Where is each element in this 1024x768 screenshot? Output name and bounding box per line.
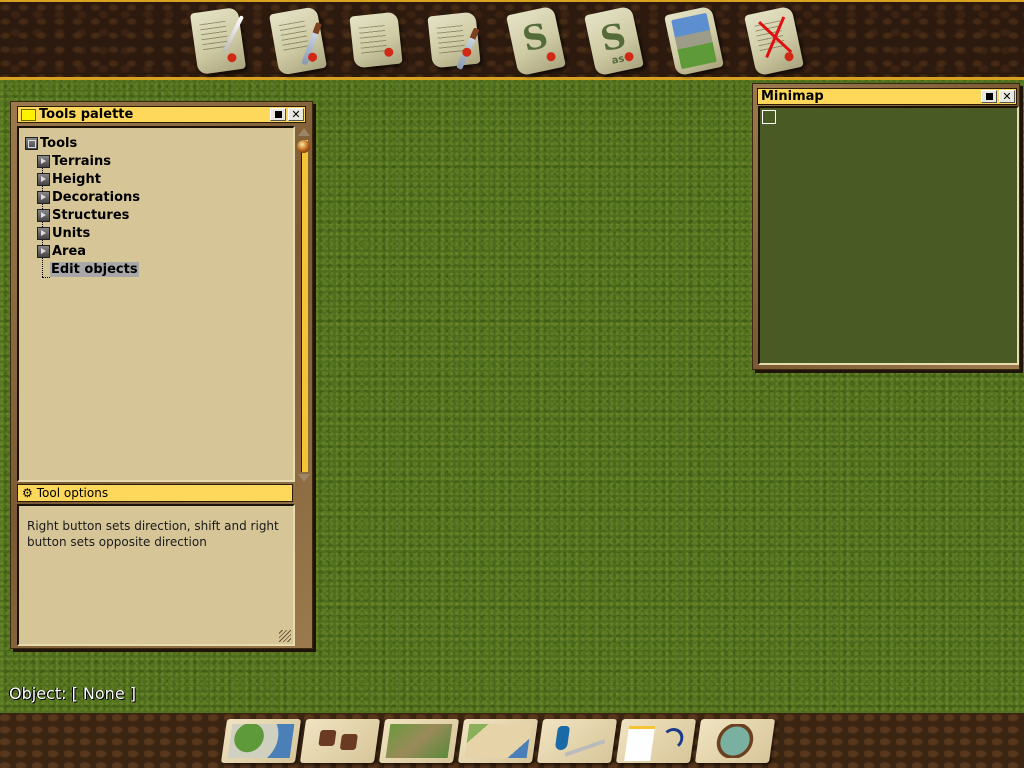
minimize-button[interactable]: [270, 108, 286, 121]
tree-item-label: Terrains: [52, 153, 112, 169]
scroll-text-lines: [436, 25, 466, 56]
wax-seal-icon: [307, 52, 318, 63]
save-button[interactable]: S: [506, 5, 566, 77]
tool-options-text: Right button sets direction, shift and r…: [27, 519, 279, 549]
close-icon: ✕: [291, 108, 301, 121]
tree-root-tools[interactable]: Tools: [25, 134, 140, 152]
minimize-button[interactable]: [981, 90, 997, 103]
tools-tree-panel: Tools Terrains Height Decorations Struct…: [17, 126, 295, 482]
wax-seal-icon: [783, 51, 795, 63]
random-button[interactable]: [299, 719, 381, 763]
tool-options-title: Tool options: [36, 486, 109, 500]
stonehenge-picture-icon: [671, 12, 717, 70]
object-status-label: Object: [ None ]: [9, 684, 136, 703]
tools-palette-titlebar[interactable]: Tools palette ✕: [17, 106, 306, 123]
collapse-icon[interactable]: [25, 136, 38, 150]
map-properties-button[interactable]: [457, 719, 539, 763]
scroll-up-arrow-icon[interactable]: [298, 128, 310, 136]
map-preview-button[interactable]: [664, 5, 724, 77]
square-icon: [274, 111, 282, 118]
tree-root-label: Tools: [40, 135, 78, 151]
tree-item-units[interactable]: Units: [25, 224, 140, 242]
scroll-down-arrow-icon[interactable]: [298, 474, 310, 482]
tree-item-height[interactable]: Height: [25, 170, 140, 188]
tree-item-edit-objects[interactable]: Edit objects: [25, 260, 140, 278]
tools-palette-window: Tools palette ✕ Tools Terrains Height De…: [10, 101, 313, 649]
bottom-toolbar: [0, 713, 1024, 768]
new-scenario-button[interactable]: [268, 6, 328, 76]
tree-item-label: Structures: [52, 207, 130, 223]
tools-tree: Tools Terrains Height Decorations Struct…: [25, 134, 140, 278]
dice-icon: [307, 724, 374, 758]
ink-quill-icon: [544, 724, 611, 758]
gear-icon: ⚙: [22, 486, 33, 500]
tree-item-decorations[interactable]: Decorations: [25, 188, 140, 206]
tree-item-label: Area: [52, 243, 87, 259]
tree-item-label: Units: [52, 225, 91, 241]
new-map-button[interactable]: [189, 6, 247, 76]
expand-icon[interactable]: [37, 226, 50, 240]
dialogs-button[interactable]: [615, 719, 697, 763]
scroll-thumb[interactable]: [297, 140, 310, 153]
scroll-track[interactable]: [301, 140, 308, 472]
resize-grip-icon[interactable]: [279, 630, 291, 642]
top-toolbar: S S as: [0, 0, 1024, 80]
load-map-button[interactable]: [349, 11, 403, 69]
tool-options-panel: Right button sets direction, shift and r…: [17, 504, 295, 646]
expand-icon[interactable]: [37, 208, 50, 222]
save-as-button[interactable]: S as: [584, 5, 644, 77]
window-title: Minimap: [761, 89, 824, 104]
expand-icon[interactable]: [37, 190, 50, 204]
terrain-brush-icon: [385, 724, 453, 758]
expand-icon[interactable]: [37, 244, 50, 258]
close-button[interactable]: ✕: [288, 108, 304, 121]
tools-scrollbar[interactable]: [297, 128, 311, 482]
expand-icon[interactable]: [37, 154, 50, 168]
scripting-button[interactable]: [536, 719, 618, 763]
dialog-swap-icon: [623, 724, 690, 758]
load-scenario-button[interactable]: [427, 11, 481, 70]
wax-seal-icon: [461, 47, 472, 58]
folder-icon: [21, 108, 36, 121]
scroll-text-lines: [278, 20, 310, 53]
map-icon: [227, 724, 295, 758]
map-scroll-icon: [464, 724, 532, 758]
tool-options-header: ⚙ Tool options: [17, 484, 293, 502]
minimap-titlebar[interactable]: Minimap ✕: [757, 88, 1017, 105]
square-icon: [985, 93, 993, 100]
minimap-window: Minimap ✕: [752, 83, 1020, 370]
exit-button[interactable]: [744, 5, 804, 77]
window-title: Tools palette: [39, 107, 134, 122]
close-icon: ✕: [1002, 90, 1012, 103]
tree-item-label-selected: Edit objects: [50, 261, 139, 277]
magnifier-globe-icon: [701, 724, 769, 758]
tree-item-area[interactable]: Area: [25, 242, 140, 260]
tree-item-label: Height: [52, 171, 101, 187]
expand-icon[interactable]: [37, 172, 50, 186]
tree-item-terrains[interactable]: Terrains: [25, 152, 140, 170]
terrain-editor-button[interactable]: [378, 719, 460, 763]
tree-item-label: Decorations: [52, 189, 141, 205]
map-overview-button[interactable]: [220, 719, 302, 763]
wax-seal-icon: [226, 52, 238, 63]
view-button[interactable]: [694, 719, 776, 763]
scroll-text-lines: [358, 25, 388, 56]
minimap-viewport-rect[interactable]: [762, 110, 776, 124]
close-button[interactable]: ✕: [999, 90, 1015, 103]
tree-item-structures[interactable]: Structures: [25, 206, 140, 224]
wax-seal-icon: [383, 47, 394, 58]
minimap-canvas[interactable]: [758, 106, 1019, 365]
